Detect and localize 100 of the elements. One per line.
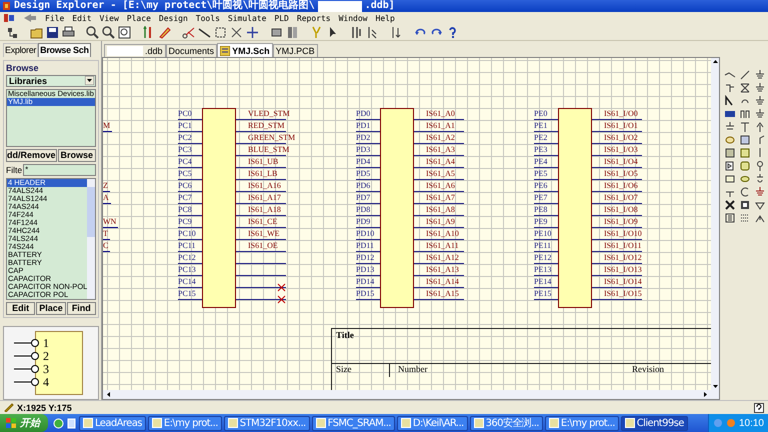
- wire-icon[interactable]: [198, 26, 211, 38]
- window-icon: [400, 418, 411, 428]
- palette-tool-icon[interactable]: [754, 69, 766, 81]
- net-label: IS61_A17: [248, 193, 281, 202]
- window-icon: [228, 418, 238, 428]
- menu-item[interactable]: View: [100, 12, 119, 24]
- net-label: IS61_I/O1: [604, 121, 638, 130]
- palette-tool-icon[interactable]: [754, 95, 766, 107]
- palette-tool-icon[interactable]: [739, 121, 751, 133]
- zoom-fit-icon[interactable]: [118, 26, 131, 38]
- panel-button[interactable]: Place: [36, 302, 66, 315]
- net-label: IS61_A4: [426, 157, 455, 166]
- palette-tool-icon[interactable]: [724, 108, 736, 120]
- palette-tool-icon[interactable]: [739, 212, 751, 224]
- menu-item[interactable]: Tools: [196, 12, 220, 24]
- palette-tool-icon[interactable]: [724, 212, 736, 224]
- palette-tool-icon[interactable]: [739, 108, 751, 120]
- palette-tool-icon[interactable]: [739, 82, 751, 94]
- sort-icon[interactable]: [390, 26, 403, 38]
- palette-tool-icon[interactable]: [739, 199, 751, 211]
- palette-tool-icon[interactable]: [724, 173, 736, 185]
- net-label: IS61_A8: [426, 205, 455, 214]
- taskbar-button[interactable]: E:\my prot...: [148, 416, 222, 430]
- taskbar-button[interactable]: STM32F10xx...: [224, 416, 310, 430]
- net-label: IS61_A5: [426, 169, 455, 178]
- document-tab[interactable]: Documents: [166, 44, 218, 57]
- cross-icon[interactable]: [230, 26, 243, 38]
- palette-tool-icon[interactable]: [754, 108, 766, 120]
- taskbar-button[interactable]: LeadAreas: [79, 416, 146, 430]
- net-label: IS61_I/O8: [604, 205, 638, 214]
- panel-button[interactable]: Browse: [58, 148, 96, 162]
- palette-tool-icon[interactable]: [754, 186, 766, 198]
- printer-icon[interactable]: [62, 26, 75, 38]
- tree-icon[interactable]: [6, 26, 19, 38]
- document-tab[interactable]: .ddb: [104, 44, 166, 57]
- menu-item[interactable]: Place: [126, 12, 151, 24]
- bus-entry-icon[interactable]: [366, 26, 379, 38]
- scrollbar[interactable]: [87, 178, 95, 299]
- net-label: T: [103, 228, 110, 240]
- palette-tool-icon[interactable]: [724, 160, 736, 172]
- palette-tool-icon[interactable]: [724, 147, 736, 159]
- net-label: IS61_WE: [248, 229, 280, 238]
- palette-tool-icon[interactable]: [739, 186, 751, 198]
- pencil-icon: [4, 403, 14, 412]
- browser-icon[interactable]: [53, 418, 64, 428]
- panel-button[interactable]: Edit: [6, 302, 36, 315]
- palette-tool-icon[interactable]: [724, 199, 736, 211]
- pencil-icon[interactable]: [158, 26, 171, 38]
- help-icon[interactable]: [446, 26, 459, 38]
- app-icon[interactable]: [3, 13, 15, 23]
- taskbar-button[interactable]: D:\Keil\AR...: [396, 416, 468, 430]
- net-label: A: [103, 192, 111, 204]
- menu-item[interactable]: Design: [158, 12, 188, 24]
- menu-item[interactable]: Reports: [296, 12, 331, 24]
- menu-item[interactable]: Window: [338, 12, 368, 24]
- library-dropdown[interactable]: Libraries: [6, 74, 96, 87]
- net-label: IS61_A14: [426, 277, 459, 286]
- taskbar-button[interactable]: 360安全浏...: [470, 416, 543, 430]
- menu-item[interactable]: PLD: [274, 12, 289, 24]
- panel-tab[interactable]: Explorer: [3, 43, 38, 57]
- taskbar-button[interactable]: E:\my prot...: [544, 416, 619, 430]
- palette-tool-icon[interactable]: [754, 173, 766, 185]
- vertical-scrollbar[interactable]: [711, 58, 719, 390]
- taskbar-button[interactable]: Client99se: [620, 416, 688, 430]
- document-tab[interactable]: YMJ.Sch: [217, 43, 273, 57]
- palette-tool-icon[interactable]: [739, 134, 751, 146]
- net-label: VLED_STM: [248, 109, 290, 118]
- horizontal-scrollbar[interactable]: [103, 390, 719, 399]
- net-label: IS61_I/O13: [604, 265, 642, 274]
- panel-tab[interactable]: Browse Sch: [38, 43, 91, 57]
- filter-field[interactable]: *: [23, 164, 96, 176]
- save-icon[interactable]: [46, 26, 59, 38]
- scissors-icon[interactable]: [182, 26, 195, 38]
- net-label: IS61_I/O6: [604, 181, 638, 190]
- palette-tool-icon[interactable]: [724, 82, 736, 94]
- library-icon[interactable]: [286, 26, 299, 38]
- palette-tool-icon[interactable]: [754, 160, 766, 172]
- panel-button[interactable]: Find: [66, 302, 96, 315]
- palette-tool-icon[interactable]: [739, 69, 751, 81]
- bus-icon[interactable]: [350, 26, 363, 38]
- selection-icon[interactable]: [214, 26, 227, 38]
- menu-item[interactable]: File: [45, 12, 64, 24]
- crosshair-icon[interactable]: [246, 26, 259, 38]
- menu-item[interactable]: Help: [376, 12, 395, 24]
- shortcut-icon[interactable]: [66, 418, 77, 428]
- document-tab[interactable]: YMJ.PCB: [272, 44, 318, 57]
- net-label: IS61_CE: [248, 217, 278, 226]
- component-icon[interactable]: [270, 26, 283, 38]
- menu-item[interactable]: Simulate: [228, 12, 266, 24]
- palette-tool-icon[interactable]: [754, 121, 766, 133]
- pin-icon: [14, 377, 40, 388]
- folder-icon[interactable]: [30, 26, 43, 38]
- menu-item[interactable]: Edit: [72, 12, 92, 24]
- taskbar-button[interactable]: FSMC_SRAM...: [312, 416, 395, 430]
- net-label: RED_STM: [248, 121, 284, 130]
- net-label: IS61_A2: [426, 133, 455, 142]
- window-icon: [548, 418, 559, 428]
- net-label: IS61_I/O14: [604, 277, 642, 286]
- panel-button[interactable]: dd/Remove: [6, 148, 57, 162]
- palette-tool-icon[interactable]: [754, 82, 766, 94]
